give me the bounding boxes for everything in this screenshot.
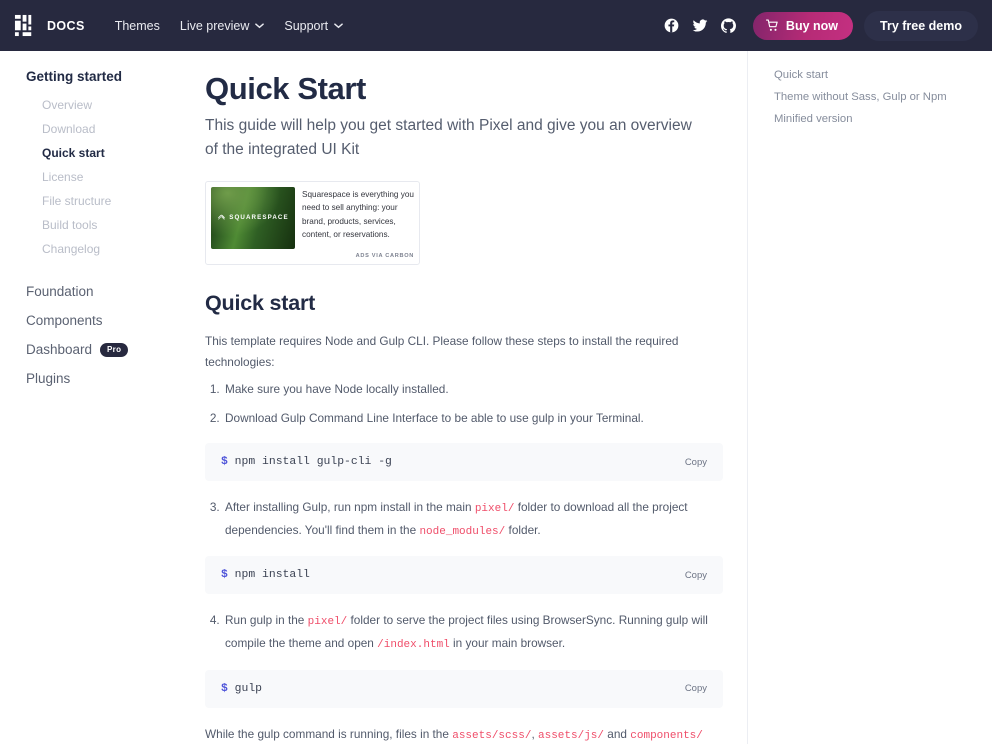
chevron-down-icon bbox=[255, 22, 265, 28]
steps-list-part-2: After installing Gulp, run npm install i… bbox=[223, 497, 723, 542]
sidebar-item-foundation-label: Foundation bbox=[26, 284, 94, 299]
code-line: $ gulp bbox=[221, 683, 262, 695]
list-item: After installing Gulp, run npm install i… bbox=[223, 497, 723, 542]
facebook-icon[interactable] bbox=[664, 18, 679, 33]
page-title: Quick Start bbox=[205, 71, 366, 106]
nav-link-themes-label: Themes bbox=[114, 18, 160, 33]
sidebar-item-download[interactable]: Download bbox=[42, 117, 196, 141]
carbon-ad[interactable]: SQUARESPACE Squarespace is everything yo… bbox=[205, 180, 420, 265]
nav-link-live-preview-label: Live preview bbox=[179, 18, 250, 33]
list-item: Make sure you have Node locally installe… bbox=[223, 379, 723, 400]
chevron-down-icon bbox=[334, 22, 343, 28]
shell-prompt: $ bbox=[221, 456, 228, 469]
toc-item-theme-without-sass[interactable]: Theme without Sass, Gulp or Npm bbox=[774, 86, 992, 108]
social-links bbox=[664, 18, 736, 33]
outro-text-c: and bbox=[604, 726, 631, 741]
sidebar-sub-list: Overview Download Quick start License Fi… bbox=[26, 93, 196, 261]
copy-button[interactable]: Copy bbox=[685, 457, 707, 468]
inline-code: assets/js/ bbox=[538, 729, 605, 742]
twitter-icon[interactable] bbox=[692, 19, 708, 33]
left-sidebar: Getting started Overview Download Quick … bbox=[0, 51, 196, 744]
sidebar-item-dashboard-label: Dashboard bbox=[26, 342, 93, 357]
toc-item-minified-version[interactable]: Minified version bbox=[774, 108, 992, 130]
brand-name: DOCS bbox=[47, 18, 85, 33]
toc-item-quick-start[interactable]: Quick start bbox=[774, 64, 992, 86]
top-navbar: DOCS Themes Live preview Support Buy now… bbox=[0, 0, 992, 51]
table-of-contents: Quick start Theme without Sass, Gulp or … bbox=[747, 51, 992, 744]
step4-text-a: Run gulp in the bbox=[225, 613, 308, 628]
shell-prompt: $ bbox=[221, 569, 228, 582]
list-item: Run gulp in the pixel/ folder to serve t… bbox=[223, 610, 723, 655]
try-free-demo-button[interactable]: Try free demo bbox=[864, 10, 978, 41]
steps-list-part-1: Make sure you have Node locally installe… bbox=[223, 379, 723, 429]
brand-logo-link[interactable]: DOCS bbox=[14, 14, 85, 37]
section-intro-text: This template requires Node and Gulp CLI… bbox=[205, 333, 679, 369]
nav-link-live-preview[interactable]: Live preview bbox=[179, 18, 265, 33]
inline-code: pixel/ bbox=[307, 616, 348, 629]
sidebar-item-plugins-label: Plugins bbox=[26, 371, 71, 386]
inline-code: node_modules/ bbox=[419, 525, 506, 538]
navbar-left: DOCS Themes Live preview Support bbox=[14, 14, 343, 37]
sidebar-item-plugins[interactable]: Plugins bbox=[26, 364, 196, 393]
carbon-ad-footer: ADS VIA CARBON bbox=[355, 252, 414, 259]
nav-link-support[interactable]: Support bbox=[284, 19, 343, 33]
sidebar-item-components[interactable]: Components bbox=[26, 306, 196, 335]
copy-button[interactable]: Copy bbox=[685, 570, 707, 581]
sidebar-item-file-structure[interactable]: File structure bbox=[42, 189, 196, 213]
page-body: Getting started Overview Download Quick … bbox=[0, 51, 992, 744]
inline-code: /index.html bbox=[377, 638, 450, 651]
sidebar-group-title: Getting started bbox=[26, 69, 123, 84]
outro-text-a: While the gulp command is running, files… bbox=[205, 726, 453, 741]
inline-code: components/ bbox=[630, 729, 703, 742]
main-content: Quick Start This guide will help you get… bbox=[196, 51, 747, 744]
carbon-ad-logo-text: SQUARESPACE bbox=[229, 214, 289, 222]
sidebar-item-build-tools[interactable]: Build tools bbox=[42, 213, 196, 237]
step3-text-a: After installing Gulp, run npm install i… bbox=[225, 500, 475, 515]
code-command: gulp bbox=[227, 682, 263, 695]
grid-blocks-logo-icon bbox=[14, 14, 32, 37]
code-command: npm install gulp-cli -g bbox=[227, 456, 392, 469]
code-block-npm-install: $ npm install Copy bbox=[205, 556, 723, 595]
code-command: npm install bbox=[227, 569, 310, 582]
section-outro-text: While the gulp command is running, files… bbox=[205, 724, 723, 744]
carbon-ad-row: SQUARESPACE Squarespace is everything yo… bbox=[211, 186, 414, 249]
page-lede: This guide will help you get started wit… bbox=[205, 117, 692, 159]
sidebar-item-dashboard[interactable]: Dashboard Pro bbox=[26, 335, 196, 364]
steps-list-part-3: Run gulp in the pixel/ folder to serve t… bbox=[223, 610, 723, 655]
copy-button[interactable]: Copy bbox=[685, 683, 707, 694]
code-line: $ npm install gulp-cli -g bbox=[221, 456, 392, 468]
navbar-right: Buy now Try free demo bbox=[664, 10, 978, 41]
code-block-gulp: $ gulp Copy bbox=[205, 669, 723, 708]
step4-text-c: in your main browser. bbox=[449, 635, 566, 650]
inline-code: pixel/ bbox=[474, 503, 515, 516]
list-item: Download Gulp Command Line Interface to … bbox=[223, 408, 723, 429]
section-title-quick-start: Quick start bbox=[205, 290, 316, 315]
sidebar-item-components-label: Components bbox=[26, 313, 103, 328]
step3-text-c: folder. bbox=[505, 522, 541, 537]
nav-link-support-label: Support bbox=[284, 18, 329, 33]
sidebar-item-quick-start[interactable]: Quick start bbox=[42, 141, 196, 165]
navbar-links: Themes Live preview Support bbox=[115, 19, 343, 33]
pro-badge: Pro bbox=[100, 342, 129, 357]
sidebar-item-overview[interactable]: Overview bbox=[42, 93, 196, 117]
sidebar-item-foundation[interactable]: Foundation bbox=[26, 277, 196, 306]
carbon-ad-text: Squarespace is everything you need to se… bbox=[302, 189, 414, 239]
buy-now-button[interactable]: Buy now bbox=[752, 11, 854, 40]
code-line: $ npm install bbox=[221, 569, 310, 581]
inline-code: assets/scss/ bbox=[452, 729, 532, 742]
buy-now-label: Buy now bbox=[785, 18, 839, 33]
github-icon[interactable] bbox=[720, 18, 736, 33]
shopping-cart-icon bbox=[765, 19, 778, 31]
sidebar-item-license[interactable]: License bbox=[42, 165, 196, 189]
squarespace-logo-icon bbox=[218, 215, 226, 221]
nav-link-themes[interactable]: Themes bbox=[115, 19, 160, 33]
shell-prompt: $ bbox=[221, 682, 228, 695]
carbon-ad-image: SQUARESPACE bbox=[211, 186, 295, 249]
code-block-gulp-cli: $ npm install gulp-cli -g Copy bbox=[205, 443, 723, 482]
sidebar-item-changelog[interactable]: Changelog bbox=[42, 237, 196, 261]
